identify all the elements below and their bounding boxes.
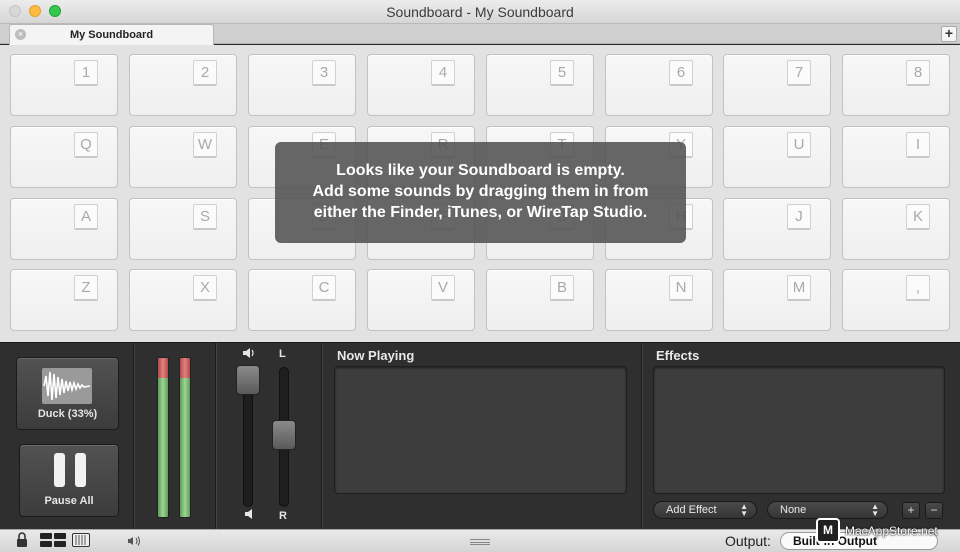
remove-effect-button[interactable]: − <box>925 502 943 519</box>
pad-key-label: I <box>906 132 930 158</box>
pause-icon <box>54 453 86 487</box>
add-effect-label: Add Effect <box>666 504 717 516</box>
sound-pad[interactable]: N <box>605 269 713 331</box>
waveform-icon <box>42 368 92 404</box>
pad-key-label: 7 <box>787 60 811 86</box>
balance-right-label: R <box>279 510 287 522</box>
sound-pad[interactable]: 4 <box>367 54 475 116</box>
sound-pad[interactable]: S <box>129 198 237 260</box>
duck-button[interactable]: Duck (33%) <box>16 357 119 430</box>
sound-pad[interactable]: 1 <box>10 54 118 116</box>
output-device-value: Built-in Output <box>793 534 877 548</box>
sound-pad[interactable]: A <box>10 198 118 260</box>
pad-key-label: 3 <box>312 60 336 86</box>
balance-slider-knob[interactable] <box>272 420 296 450</box>
pad-key-label: 8 <box>906 60 930 86</box>
sound-pad[interactable]: 2 <box>129 54 237 116</box>
empty-soundboard-message: Looks like your Soundboard is empty. Add… <box>275 142 686 243</box>
sound-pad[interactable]: 6 <box>605 54 713 116</box>
pad-key-label: U <box>787 132 811 158</box>
pad-key-label: Z <box>74 275 98 301</box>
sound-pad[interactable]: U <box>723 126 831 188</box>
pad-key-label: X <box>193 275 217 301</box>
add-tab-button[interactable]: + <box>941 26 957 42</box>
pad-key-label: 5 <box>550 60 574 86</box>
speaker-icon <box>242 347 256 362</box>
sound-pad[interactable]: 5 <box>486 54 594 116</box>
resize-grip-icon[interactable] <box>470 539 490 545</box>
sound-pad[interactable]: B <box>486 269 594 331</box>
now-playing-list[interactable] <box>334 366 627 494</box>
duck-label: Duck (33%) <box>37 408 98 420</box>
speaker-muted-icon <box>244 508 254 523</box>
updown-arrows-icon: ▲ ▼ <box>740 502 748 518</box>
window-title: Soundboard - My Soundboard <box>386 4 574 20</box>
pad-key-label: V <box>431 275 455 301</box>
pad-key-label: Q <box>74 132 98 158</box>
pad-key-label: , <box>906 275 930 301</box>
sound-pad[interactable]: Q <box>10 126 118 188</box>
sound-pad[interactable]: 3 <box>248 54 356 116</box>
now-playing-title: Now Playing <box>337 348 415 363</box>
tab-my-soundboard[interactable]: × My Soundboard <box>9 24 214 45</box>
right-level-meter <box>179 357 191 518</box>
tab-label: My Soundboard <box>69 29 154 41</box>
sound-pad[interactable]: X <box>129 269 237 331</box>
effect-preset-select[interactable]: None ▲ ▼ <box>767 501 888 519</box>
left-level-meter <box>157 357 169 518</box>
pause-all-label: Pause All <box>44 495 94 507</box>
pad-key-label: W <box>193 132 217 158</box>
control-panel: Duck (33%) Pause All L R Now Playing Eff… <box>0 342 960 530</box>
tab-bar: × My Soundboard + <box>0 24 960 45</box>
title-bar: Soundboard - My Soundboard <box>0 0 960 24</box>
pad-key-label: 1 <box>74 60 98 86</box>
effects-list[interactable] <box>653 366 945 494</box>
empty-message-line: either the Finder, iTunes, or WireTap St… <box>313 204 648 221</box>
pad-key-label: A <box>74 204 98 230</box>
pad-key-label: C <box>312 275 336 301</box>
output-label: Output: <box>725 533 771 549</box>
status-bar: Output: Built-in Output <box>0 529 960 552</box>
sound-pad[interactable]: C <box>248 269 356 331</box>
sound-pad[interactable]: K <box>842 198 950 260</box>
sound-pad[interactable]: Z <box>10 269 118 331</box>
pad-key-label: 4 <box>431 60 455 86</box>
pad-key-label: M <box>787 275 811 301</box>
pad-key-label: B <box>550 275 574 301</box>
pad-key-label: S <box>193 204 217 230</box>
sound-pad[interactable]: I <box>842 126 950 188</box>
sound-pad[interactable]: J <box>723 198 831 260</box>
pause-all-button[interactable]: Pause All <box>19 444 119 517</box>
keyboard-icon[interactable] <box>72 533 90 550</box>
lock-icon[interactable] <box>16 532 28 551</box>
sound-pad[interactable]: 7 <box>723 54 831 116</box>
grid-view-icon[interactable] <box>40 533 66 551</box>
pad-key-label: 2 <box>193 60 217 86</box>
empty-message-line: Looks like your Soundboard is empty. <box>336 162 625 179</box>
sound-pad[interactable]: 8 <box>842 54 950 116</box>
volume-icon[interactable] <box>127 534 143 550</box>
pad-key-label: K <box>906 204 930 230</box>
balance-left-label: L <box>279 348 286 360</box>
pad-key-label: 6 <box>669 60 693 86</box>
effects-title: Effects <box>656 348 700 363</box>
pad-key-label: J <box>787 204 811 230</box>
sound-pad[interactable]: M <box>723 269 831 331</box>
output-device-select[interactable]: Built-in Output <box>780 532 938 550</box>
pad-key-label: N <box>669 275 693 301</box>
sound-pad[interactable]: W <box>129 126 237 188</box>
effect-preset-value: None <box>780 504 807 516</box>
volume-slider-knob[interactable] <box>236 365 260 395</box>
sound-pad[interactable]: V <box>367 269 475 331</box>
sound-pad[interactable]: , <box>842 269 950 331</box>
updown-arrows-icon: ▲ ▼ <box>871 502 879 518</box>
empty-message-line: Add some sounds by dragging them in from <box>312 183 649 200</box>
add-effect-dropdown[interactable]: Add Effect ▲ ▼ <box>653 501 757 519</box>
add-effect-button[interactable]: + <box>902 502 920 519</box>
